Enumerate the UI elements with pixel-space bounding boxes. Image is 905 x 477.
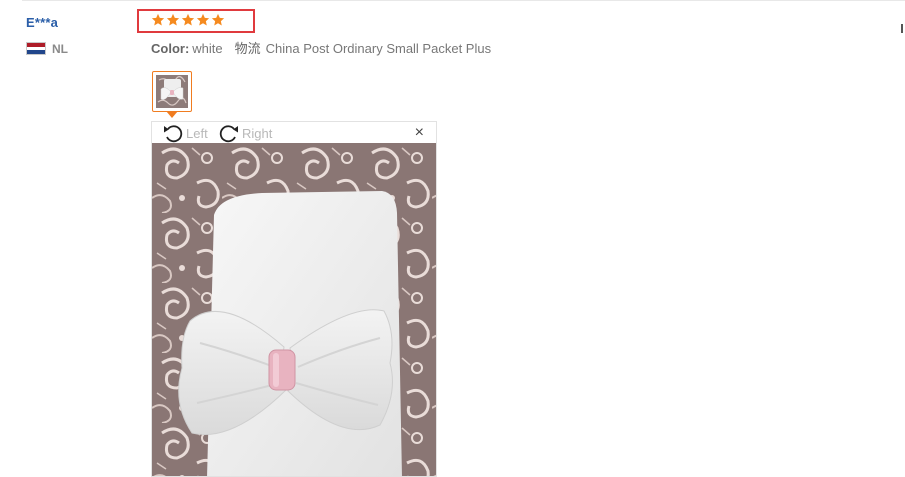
star-icon — [196, 13, 210, 27]
star-icon — [151, 13, 165, 27]
thumbnail-pointer — [166, 111, 178, 118]
star-rating — [151, 13, 225, 31]
review-photo — [152, 143, 436, 476]
viewer-toolbar: Left Right × — [152, 122, 436, 143]
rotate-right-icon — [218, 123, 240, 143]
star-icon — [211, 13, 225, 27]
country-flag-icon — [26, 42, 46, 55]
thumbnail-image — [156, 75, 188, 108]
shipping-value: China Post Ordinary Small Packet Plus — [265, 41, 492, 56]
close-icon[interactable]: × — [415, 125, 424, 141]
divider — [22, 0, 905, 1]
scroll-edge-marker — [901, 24, 903, 33]
rotate-left-label: Left — [186, 125, 208, 141]
color-value: white — [192, 41, 223, 56]
star-icon — [181, 13, 195, 27]
buyer-country: NL — [52, 42, 68, 56]
rotate-right-button[interactable]: Right — [218, 123, 272, 143]
rotate-right-label: Right — [242, 125, 273, 141]
photo-viewer: Left Right × — [151, 121, 437, 477]
review-item: E***a NL Color: white 物流 China Post Ordinar… — [0, 0, 905, 477]
star-icon — [166, 13, 180, 27]
buyer-name: E***a — [26, 15, 59, 30]
rotate-left-icon — [162, 123, 184, 143]
review-photo-thumbnail[interactable] — [152, 71, 192, 112]
rotate-left-button[interactable]: Left — [162, 123, 208, 143]
review-attributes: Color: white 物流 China Post Ordinary Small P… — [151, 38, 491, 57]
color-label: Color: — [151, 41, 190, 56]
shipping-label: 物流 — [234, 41, 261, 56]
